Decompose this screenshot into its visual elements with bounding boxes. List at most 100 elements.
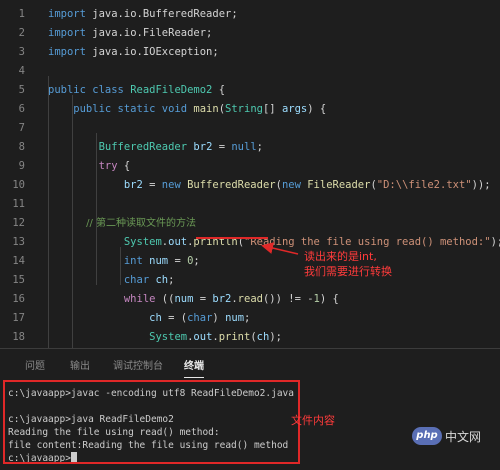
code-line[interactable]: 8 BufferedReader br2 = null; [0, 138, 500, 157]
code-token: import [48, 46, 93, 58]
code-line[interactable]: 3 import java.io.IOException; [0, 43, 500, 62]
line-number: 15 [12, 274, 25, 286]
line-number: 10 [12, 179, 25, 191]
code-token: ) { [307, 103, 327, 115]
code-token: = [212, 141, 232, 153]
code-text: char ch; [48, 271, 175, 290]
code-token: ; [193, 255, 200, 267]
code-line[interactable]: 9 try { [0, 157, 500, 176]
line-number: 1 [18, 8, 25, 20]
code-token: int [123, 255, 150, 267]
code-token: (( [155, 293, 175, 305]
line-number: 7 [18, 122, 25, 134]
terminal-note: 文件内容 [291, 414, 335, 427]
code-token: ch [256, 331, 270, 343]
code-token: public class [48, 84, 131, 96]
code-token: System [123, 236, 162, 248]
code-token: BufferedReader [98, 141, 188, 153]
line-number: 17 [12, 312, 25, 324]
php-logo-icon: php [412, 427, 442, 445]
code-line[interactable]: 18 System.out.print(ch); [0, 328, 500, 347]
code-token: { [117, 160, 131, 172]
code-token: out [193, 331, 213, 343]
code-line[interactable]: 5 public class ReadFileDemo2 { [0, 81, 500, 100]
code-token: FileReader [307, 179, 371, 191]
read-call-underline [196, 237, 268, 239]
code-text: System.out.println("Reading the file usi… [48, 233, 500, 252]
code-text: public static void main(String[] args) { [48, 100, 326, 119]
code-token: ); [490, 236, 500, 248]
code-token: = [193, 293, 213, 305]
code-token: )); [471, 179, 491, 191]
code-token: = ( [161, 312, 188, 324]
code-note-line1: 读出来的是int, [304, 250, 377, 263]
watermark-text: 中文网 [445, 429, 482, 444]
code-token: ) [212, 312, 226, 324]
code-token: print [218, 331, 251, 343]
code-line[interactable]: 10 br2 = new BufferedReader(new FileRead… [0, 176, 500, 195]
code-line[interactable]: 7 [0, 119, 500, 138]
code-token: ch [149, 312, 162, 324]
code-line[interactable]: 11 [0, 195, 500, 214]
code-token: BufferedReader [187, 179, 276, 191]
code-token: try [98, 160, 118, 172]
code-text: import java.io.BufferedReader; [48, 5, 238, 24]
code-token: java.io.IOException; [92, 46, 219, 58]
code-editor[interactable]: 1 import java.io.BufferedReader; 2 import j… [0, 0, 500, 348]
code-token: ch [155, 274, 169, 286]
code-token: = [142, 179, 162, 191]
code-line[interactable]: 6 public static void main(String[] args)… [0, 100, 500, 119]
code-token: import [48, 27, 93, 39]
tab-output[interactable]: 输出 [70, 357, 90, 372]
code-token: [] [262, 103, 282, 115]
code-line[interactable]: 12 // 第二种读取文件的方法 [0, 214, 500, 233]
code-line[interactable]: 14 int num = 0; [0, 252, 500, 271]
line-number: 14 [12, 255, 25, 267]
line-number: 13 [12, 236, 25, 248]
code-text: import java.io.IOException; [48, 43, 219, 62]
code-token: args [281, 103, 308, 115]
code-token: char [123, 274, 156, 286]
code-token: ; [168, 274, 175, 286]
code-token: read [237, 293, 263, 305]
code-text: // 第二种读取文件的方法 [48, 214, 196, 233]
code-line[interactable]: 17 ch = (char) num; [0, 309, 500, 328]
code-token: ()) != - [262, 293, 314, 305]
code-token: out [168, 236, 188, 248]
panel-tab-bar: 问题 输出 调试控制台 终端 [0, 348, 500, 378]
code-token: // 第二种读取文件的方法 [48, 218, 197, 229]
watermark: php 中文网 [412, 427, 481, 445]
tab-problems[interactable]: 问题 [25, 357, 45, 372]
line-number: 3 [18, 46, 25, 58]
code-token: main [193, 103, 219, 115]
code-text: System.out.print(ch); [48, 328, 282, 347]
code-token: num [174, 293, 194, 305]
code-token: br2 [212, 293, 232, 305]
code-token: ReadFileDemo2 [130, 84, 213, 96]
code-line[interactable]: 2 import java.io.FileReader; [0, 24, 500, 43]
code-text: BufferedReader br2 = null; [48, 138, 263, 157]
code-token: new [161, 179, 188, 191]
line-number: 2 [18, 27, 25, 39]
tab-debug-console[interactable]: 调试控制台 [113, 357, 163, 372]
code-line[interactable]: 16 while ((num = br2.read()) != -1) { [0, 290, 500, 309]
tab-terminal[interactable]: 终端 [184, 357, 204, 378]
code-line[interactable]: 1 import java.io.BufferedReader; [0, 5, 500, 24]
code-line[interactable]: 13 System.out.println("Reading the file … [0, 233, 500, 252]
code-line[interactable]: 4 [0, 62, 500, 81]
line-number: 5 [18, 84, 25, 96]
line-number: 8 [18, 141, 25, 153]
code-token: "Reading the file using read() method:" [244, 236, 491, 248]
code-token: ) { [319, 293, 339, 305]
line-number: 18 [12, 331, 25, 343]
line-number: 9 [18, 160, 25, 172]
code-line[interactable]: 15 char ch; [0, 271, 500, 290]
code-token: { [212, 84, 226, 96]
terminal-highlight-box [3, 380, 300, 464]
